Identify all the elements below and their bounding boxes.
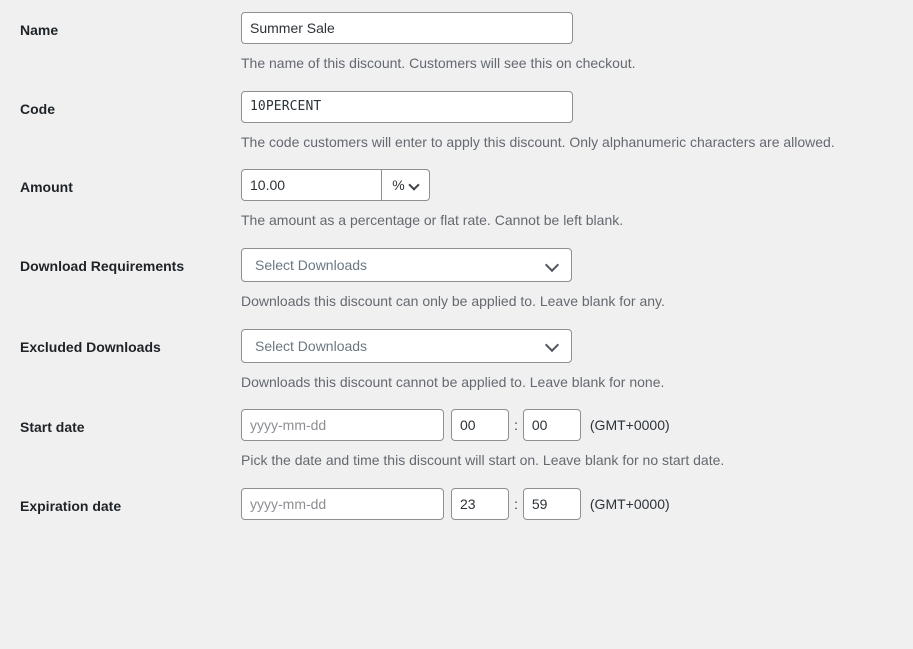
field-label-name: Name: [20, 22, 59, 38]
start-hour-input[interactable]: [451, 409, 509, 442]
amount-unit-select[interactable]: %: [382, 169, 430, 202]
control-cell-code: The code customers will enter to apply t…: [241, 90, 913, 160]
excluded-downloads-selected-value: Select Downloads: [255, 337, 368, 354]
row-spacer: [0, 81, 913, 91]
field-row-start-date: Start date : (GMT+0000) Pick the date an…: [0, 409, 913, 478]
row-spacer: [0, 159, 913, 169]
expiration-date-input[interactable]: [241, 488, 444, 521]
name-input[interactable]: [241, 12, 573, 44]
start-minute-input[interactable]: [522, 409, 581, 442]
control-cell-start-date: : (GMT+0000) Pick the date and time this…: [241, 409, 913, 478]
discount-settings-form: Name The name of this discount. Customer…: [0, 0, 913, 526]
name-description: The name of this discount. Customers wil…: [241, 55, 636, 71]
start-date-description: Pick the date and time this discount wil…: [241, 452, 725, 469]
download-requirements-select[interactable]: Select Downloads: [241, 248, 572, 283]
control-cell-download-requirements: Select Downloads Downloads this discount…: [241, 248, 913, 319]
label-cell-name: Name: [0, 12, 241, 40]
expiration-time-separator: :: [514, 496, 518, 513]
expiration-date-timezone: (GMT+0000): [589, 496, 670, 513]
label-cell-download-requirements: Download Requirements: [0, 248, 241, 276]
label-cell-code: Code: [0, 91, 241, 119]
amount-description: The amount as a percentage or flat rate.…: [241, 212, 624, 229]
row-spacer: [0, 319, 913, 329]
field-row-expiration-date: Expiration date : (GMT+0000): [0, 488, 913, 526]
field-row-amount: Amount % The amount as a percentage or f…: [0, 169, 913, 238]
row-spacer: [0, 478, 913, 488]
field-row-code: Code The code customers will enter to ap…: [0, 90, 913, 160]
control-cell-amount: % The amount as a percentage or flat rat…: [241, 169, 913, 238]
code-description: The code customers will enter to apply t…: [241, 133, 835, 150]
chevron-down-icon: [546, 259, 559, 272]
field-label-download-requirements: Download Requirements: [20, 258, 185, 275]
field-label-excluded-downloads: Excluded Downloads: [20, 338, 161, 355]
code-input[interactable]: [241, 90, 573, 123]
label-cell-start-date: Start date: [0, 409, 241, 437]
start-date-input[interactable]: [241, 409, 444, 442]
excluded-downloads-select[interactable]: Select Downloads: [241, 328, 572, 363]
field-label-expiration-date: Expiration date: [20, 498, 122, 515]
expiration-hour-input[interactable]: [451, 488, 509, 521]
field-row-name: Name The name of this discount. Customer…: [0, 12, 913, 81]
control-cell-expiration-date: : (GMT+0000): [241, 488, 913, 526]
field-label-start-date: Start date: [20, 419, 85, 436]
start-date-group: : (GMT+0000): [241, 409, 893, 442]
row-spacer: [0, 399, 913, 409]
expiration-minute-input[interactable]: [522, 488, 581, 521]
label-cell-amount: Amount: [0, 169, 241, 197]
amount-unit-value: %: [392, 177, 405, 194]
excluded-downloads-description: Downloads this discount cannot be applie…: [241, 373, 665, 390]
start-date-timezone: (GMT+0000): [589, 417, 670, 434]
amount-group: %: [241, 169, 430, 202]
field-row-excluded-downloads: Excluded Downloads Select Downloads Down…: [0, 328, 913, 400]
download-requirements-selected-value: Select Downloads: [255, 257, 368, 274]
label-cell-excluded-downloads: Excluded Downloads: [0, 329, 241, 357]
expiration-date-group: : (GMT+0000): [241, 488, 893, 521]
chevron-down-icon: [546, 339, 559, 352]
field-label-amount: Amount: [20, 179, 73, 196]
field-label-code: Code: [20, 100, 55, 117]
control-cell-excluded-downloads: Select Downloads Downloads this discount…: [241, 328, 913, 400]
amount-input[interactable]: [241, 169, 382, 202]
download-requirements-description: Downloads this discount can only be appl…: [241, 293, 665, 310]
label-cell-expiration-date: Expiration date: [0, 488, 241, 516]
chevron-down-icon: [409, 180, 419, 190]
row-spacer: [0, 238, 913, 248]
control-cell-name: The name of this discount. Customers wil…: [241, 12, 913, 81]
field-row-download-requirements: Download Requirements Select Downloads D…: [0, 248, 913, 319]
start-time-separator: :: [514, 417, 518, 434]
